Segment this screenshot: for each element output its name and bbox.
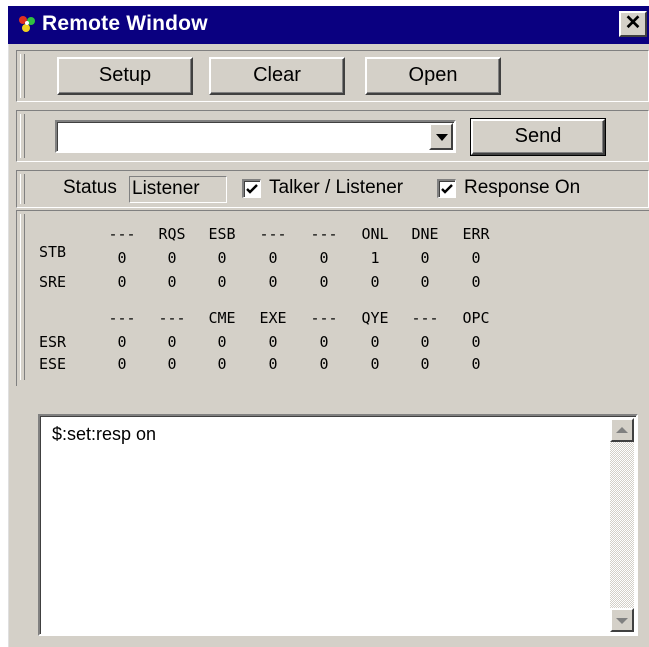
register-value: 0 xyxy=(117,273,127,291)
command-panel: Send xyxy=(16,110,649,162)
register-header: ONL xyxy=(361,225,389,243)
log-scrollbar[interactable] xyxy=(610,418,634,632)
close-icon: ✕ xyxy=(624,12,642,34)
status-label: Status xyxy=(63,177,117,198)
register-header: --- xyxy=(310,225,338,243)
register-value: 0 xyxy=(268,273,278,291)
talker-listener-label: Talker / Listener xyxy=(269,177,404,198)
register-value: 0 xyxy=(268,249,278,267)
register-value: 0 xyxy=(167,333,177,351)
register-value: 0 xyxy=(370,333,380,351)
register-value: 0 xyxy=(217,249,227,267)
registers-grip[interactable] xyxy=(20,214,25,380)
status-grip[interactable] xyxy=(20,174,25,204)
register-value: 0 xyxy=(319,333,329,351)
register-header: CME xyxy=(208,309,236,327)
setup-button[interactable]: Setup xyxy=(57,57,193,95)
title-bar[interactable]: Remote Window ✕ xyxy=(8,6,649,44)
register-header: ERR xyxy=(462,225,490,243)
window-title: Remote Window xyxy=(42,12,208,35)
register-value: 0 xyxy=(268,355,278,373)
register-value: 0 xyxy=(420,249,430,267)
register-value: 0 xyxy=(117,249,127,267)
send-button[interactable]: Send xyxy=(470,118,606,156)
log-line: $:set:resp on xyxy=(52,424,157,444)
talker-listener-checkbox[interactable] xyxy=(242,179,261,198)
register-header: OPC xyxy=(462,309,490,327)
register-value: 1 xyxy=(370,249,380,267)
register-value: 0 xyxy=(471,249,481,267)
register-header: QYE xyxy=(361,309,389,327)
check-icon xyxy=(441,184,453,194)
register-header: DNE xyxy=(411,225,439,243)
register-value: 0 xyxy=(217,273,227,291)
register-value: 0 xyxy=(117,355,127,373)
register-value: 0 xyxy=(471,333,481,351)
status-panel: Status Listener Talker / Listener Respon… xyxy=(16,170,649,208)
register-header: RQS xyxy=(158,225,186,243)
register-value: 0 xyxy=(319,355,329,373)
command-combo[interactable] xyxy=(55,120,456,153)
toolbar-grip[interactable] xyxy=(20,54,25,98)
response-on-label: Response On xyxy=(464,177,581,198)
register-row-label-sre: SRE xyxy=(39,273,67,291)
register-value: 0 xyxy=(471,273,481,291)
response-log[interactable]: $:set:resp on xyxy=(38,414,638,636)
register-header: --- xyxy=(108,309,136,327)
status-value: Listener xyxy=(129,176,227,203)
register-value: 0 xyxy=(217,355,227,373)
register-header: --- xyxy=(158,309,186,327)
register-value: 0 xyxy=(420,333,430,351)
register-header: EXE xyxy=(259,309,287,327)
clear-button[interactable]: Clear xyxy=(209,57,345,95)
response-on-checkbox[interactable] xyxy=(437,179,456,198)
scroll-down-icon[interactable] xyxy=(610,608,634,632)
register-value: 0 xyxy=(319,249,329,267)
register-value: 0 xyxy=(319,273,329,291)
register-row-label-esr: ESR xyxy=(39,333,67,351)
register-header: --- xyxy=(108,225,136,243)
remote-window: Remote Window ✕ Setup Clear Open Send St… xyxy=(6,4,649,647)
command-grip[interactable] xyxy=(20,114,25,158)
open-button[interactable]: Open xyxy=(365,57,501,95)
register-value: 0 xyxy=(370,273,380,291)
register-value: 0 xyxy=(167,355,177,373)
register-value: 0 xyxy=(217,333,227,351)
register-value: 0 xyxy=(471,355,481,373)
dropdown-arrow-icon[interactable] xyxy=(429,123,453,150)
register-row-label-ese: ESE xyxy=(39,355,67,373)
registers-panel: --- RQS ESB --- --- ONL DNE ERR STB 0 0 … xyxy=(16,210,649,386)
register-value: 0 xyxy=(420,355,430,373)
register-value: 0 xyxy=(117,333,127,351)
check-icon xyxy=(246,184,258,194)
register-value: 0 xyxy=(420,273,430,291)
register-value: 0 xyxy=(167,273,177,291)
toolbar-panel: Setup Clear Open xyxy=(16,50,649,102)
register-value: 0 xyxy=(167,249,177,267)
register-value: 0 xyxy=(268,333,278,351)
register-value: 0 xyxy=(370,355,380,373)
app-icon xyxy=(19,16,35,32)
close-button[interactable]: ✕ xyxy=(619,11,647,37)
scroll-up-icon[interactable] xyxy=(610,418,634,442)
register-header: ESB xyxy=(208,225,236,243)
register-header: --- xyxy=(411,309,439,327)
register-header: --- xyxy=(310,309,338,327)
register-header: --- xyxy=(259,225,287,243)
register-row-label-stb: STB xyxy=(39,243,67,261)
